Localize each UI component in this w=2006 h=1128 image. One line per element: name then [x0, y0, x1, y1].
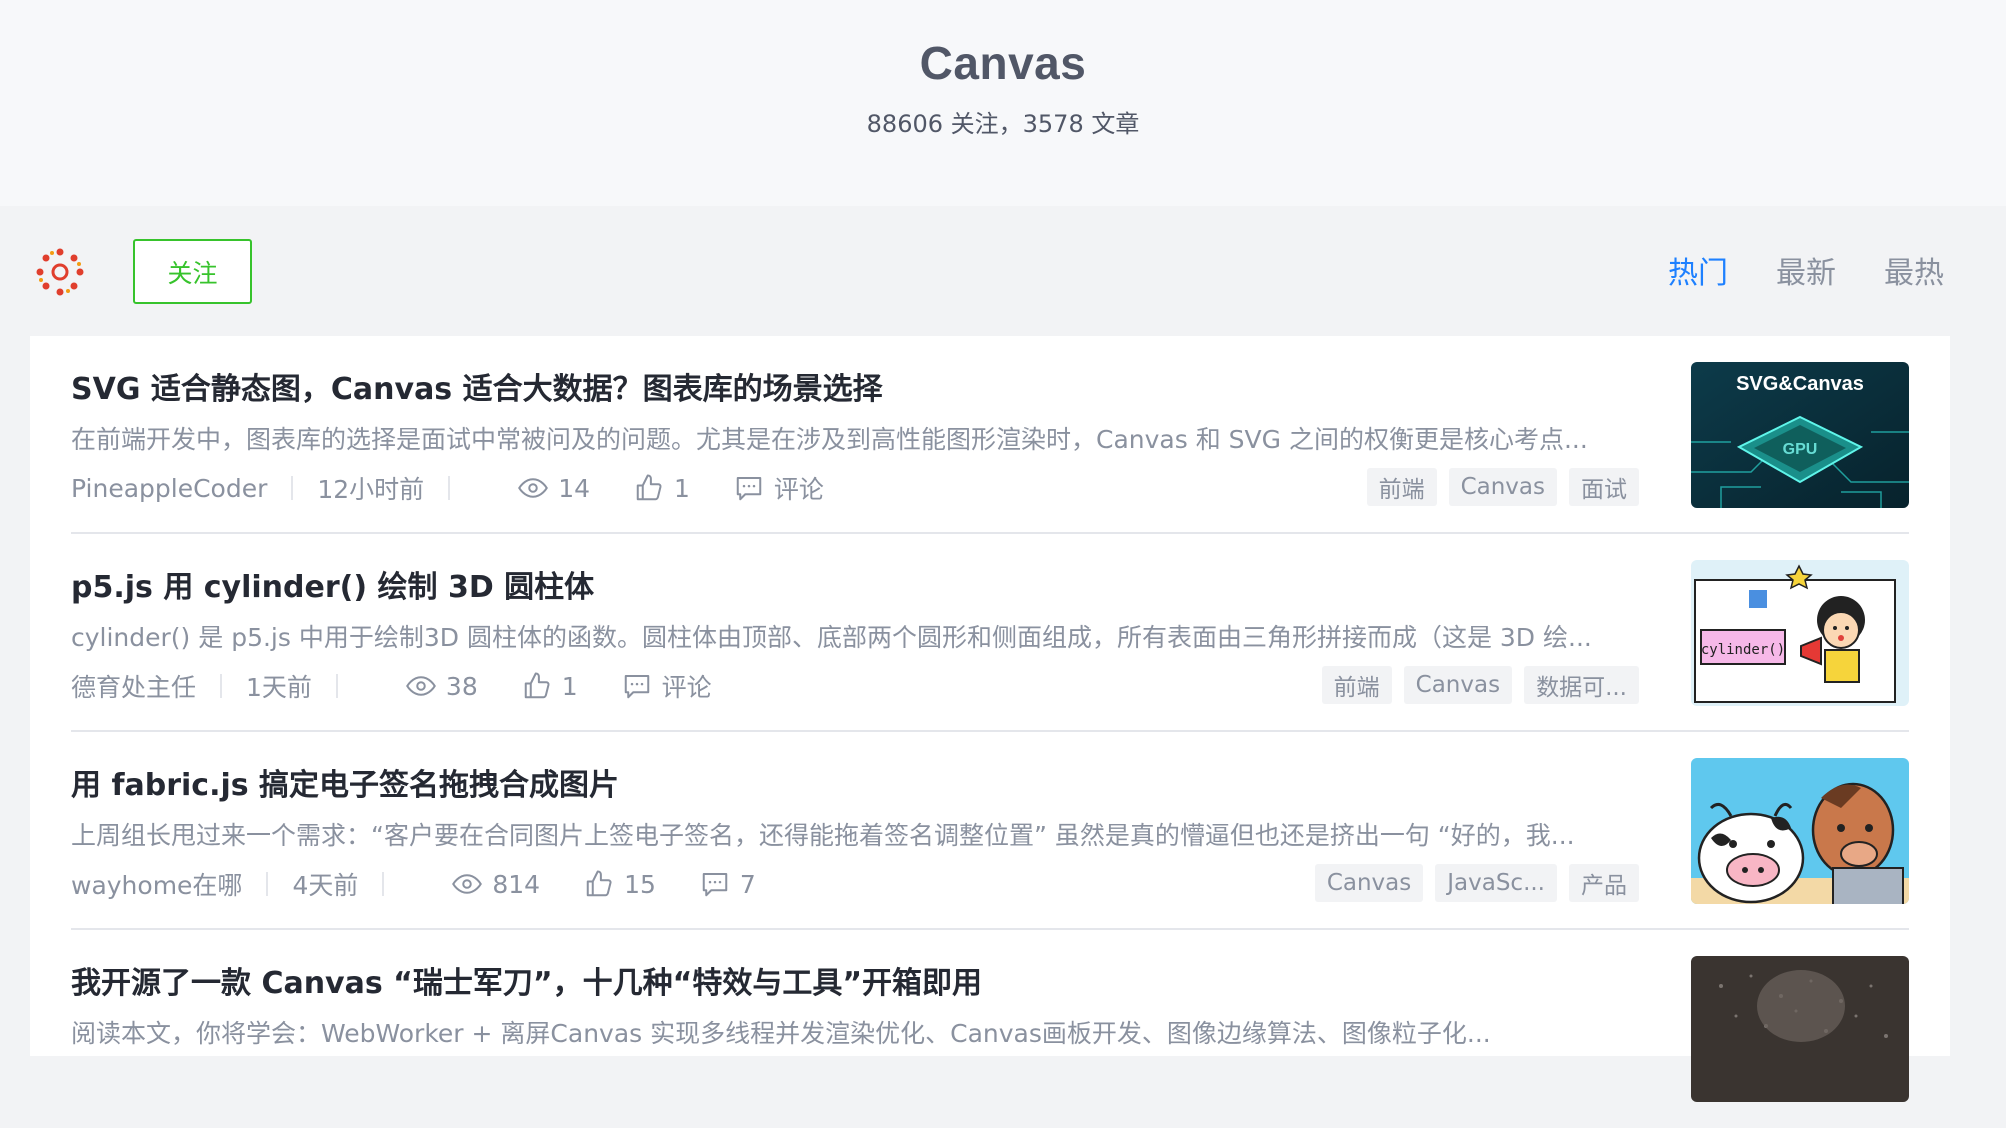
tag-header: Canvas 88606 关注，3578 文章	[0, 0, 2006, 206]
view-count: 38	[445, 671, 478, 701]
article-item[interactable]: p5.js 用 cylinder() 绘制 3D 圆柱体 cylinder() …	[71, 534, 1909, 732]
article-tags: 前端 Canvas 面试	[1366, 468, 1639, 506]
article-thumbnail[interactable]: GPU SVG&Canvas	[1691, 362, 1909, 508]
article-item[interactable]: 用 fabric.js 搞定电子签名拖拽合成图片 上周组长甩过来一个需求：“客户…	[71, 732, 1909, 930]
article-abstract[interactable]: cylinder() 是 p5.js 中用于绘制3D 圆柱体的函数。圆柱体由顶部…	[71, 618, 1671, 654]
article-meta: wayhome在哪 4天前 814 15 7	[71, 864, 756, 904]
like-button[interactable]: 1	[634, 473, 690, 503]
thumbnail-caption: cylinder()	[1701, 642, 1785, 658]
tag-chip[interactable]: JavaSc...	[1435, 864, 1557, 902]
comment-icon	[624, 675, 649, 699]
tag-chip[interactable]: 面试	[1569, 468, 1639, 506]
tab-hottest[interactable]: 最热	[1884, 248, 1944, 292]
article-meta: 德育处主任 1天前 38 1 评论	[71, 666, 712, 706]
publish-time: 12小时前	[317, 475, 425, 504]
article-abstract[interactable]: 在前端开发中，图表库的选择是面试中常被问及的问题。尤其是在涉及到高性能图形渲染时…	[71, 420, 1671, 456]
divider	[266, 872, 269, 896]
article-title[interactable]: SVG 适合静态图，Canvas 适合大数据？图表库的场景选择	[71, 364, 883, 408]
views: 814	[452, 869, 540, 899]
article-feed: SVG 适合静态图，Canvas 适合大数据？图表库的场景选择 在前端开发中，图…	[30, 336, 1950, 1102]
comment-icon	[736, 477, 762, 501]
comment-count: 7	[739, 869, 756, 899]
article-tags: Canvas JavaSc... 产品	[1314, 864, 1639, 902]
thumbs-up-icon	[524, 672, 550, 699]
thumbs-up-icon	[636, 474, 662, 501]
article-tags: 前端 Canvas 数据可...	[1321, 666, 1639, 704]
article-thumbnail[interactable]	[1691, 956, 1909, 1102]
comment-count: 评论	[661, 673, 712, 702]
tab-hot[interactable]: 热门	[1668, 248, 1728, 292]
tag-chip[interactable]: 前端	[1366, 468, 1437, 506]
canvas-logo-icon	[34, 246, 86, 302]
like-count: 1	[674, 473, 690, 503]
tag-chip[interactable]: 前端	[1321, 666, 1392, 704]
eye-icon	[518, 478, 549, 498]
views: 38	[406, 671, 478, 701]
article-meta: PineappleCoder 12小时前 14 1 评论	[71, 468, 824, 508]
author-name[interactable]: 德育处主任	[71, 668, 196, 704]
divider	[382, 872, 385, 896]
svg-text:GPU: GPU	[1783, 441, 1818, 458]
views: 14	[518, 473, 590, 503]
divider	[448, 476, 451, 500]
tag-chip[interactable]: Canvas	[1403, 666, 1513, 704]
article-abstract[interactable]: 上周组长甩过来一个需求：“客户要在合同图片上签电子签名，还得能拖着签名调整位置”…	[71, 816, 1671, 852]
article-item[interactable]: 我开源了一款 Canvas “瑞士军刀”，十几种“特效与工具”开箱即用 阅读本文…	[71, 930, 1909, 1128]
publish-time: 4天前	[292, 871, 359, 900]
divider	[220, 674, 223, 698]
thumbnail-caption: SVG&Canvas	[1736, 373, 1864, 395]
eye-icon	[406, 676, 436, 696]
sort-tabs: 热门 最新 最热	[1668, 248, 1944, 292]
article-thumbnail[interactable]	[1691, 758, 1909, 904]
tag-chip[interactable]: 产品	[1569, 864, 1639, 902]
article-item[interactable]: SVG 适合静态图，Canvas 适合大数据？图表库的场景选择 在前端开发中，图…	[71, 336, 1909, 534]
comment-button[interactable]: 评论	[622, 668, 712, 704]
tag-stats: 88606 关注，3578 文章	[866, 110, 1140, 138]
follow-button[interactable]: 关注	[133, 239, 252, 304]
like-button[interactable]: 15	[584, 869, 656, 899]
tag-chip[interactable]: Canvas	[1448, 468, 1557, 506]
like-button[interactable]: 1	[522, 671, 578, 701]
comment-button[interactable]: 7	[700, 869, 756, 899]
like-count: 15	[624, 869, 656, 899]
comment-icon	[702, 873, 728, 897]
author-name[interactable]: PineappleCoder	[71, 474, 267, 503]
eye-icon	[452, 874, 483, 894]
like-count: 1	[561, 671, 578, 701]
publish-time: 1天前	[246, 673, 312, 702]
divider	[291, 476, 294, 500]
comment-button[interactable]: 评论	[734, 470, 824, 506]
view-count: 14	[558, 473, 590, 503]
divider	[335, 674, 338, 698]
view-count: 814	[492, 869, 541, 899]
author-name[interactable]: wayhome在哪	[71, 866, 242, 902]
article-title[interactable]: 用 fabric.js 搞定电子签名拖拽合成图片	[71, 760, 619, 804]
article-title[interactable]: 我开源了一款 Canvas “瑞士军刀”，十几种“特效与工具”开箱即用	[71, 958, 982, 1002]
article-thumbnail[interactable]: cylinder()	[1691, 560, 1909, 706]
article-abstract[interactable]: 阅读本文，你将学会：WebWorker + 离屏Canvas 实现多线程并发渲染…	[71, 1014, 1671, 1050]
comment-count: 评论	[773, 475, 824, 504]
article-title[interactable]: p5.js 用 cylinder() 绘制 3D 圆柱体	[71, 562, 594, 606]
tag-chip[interactable]: 数据可...	[1524, 666, 1639, 704]
tab-newest[interactable]: 最新	[1776, 248, 1836, 292]
thumbs-up-icon	[586, 870, 612, 897]
tag-title: Canvas	[919, 37, 1087, 89]
tag-chip[interactable]: Canvas	[1314, 864, 1424, 902]
